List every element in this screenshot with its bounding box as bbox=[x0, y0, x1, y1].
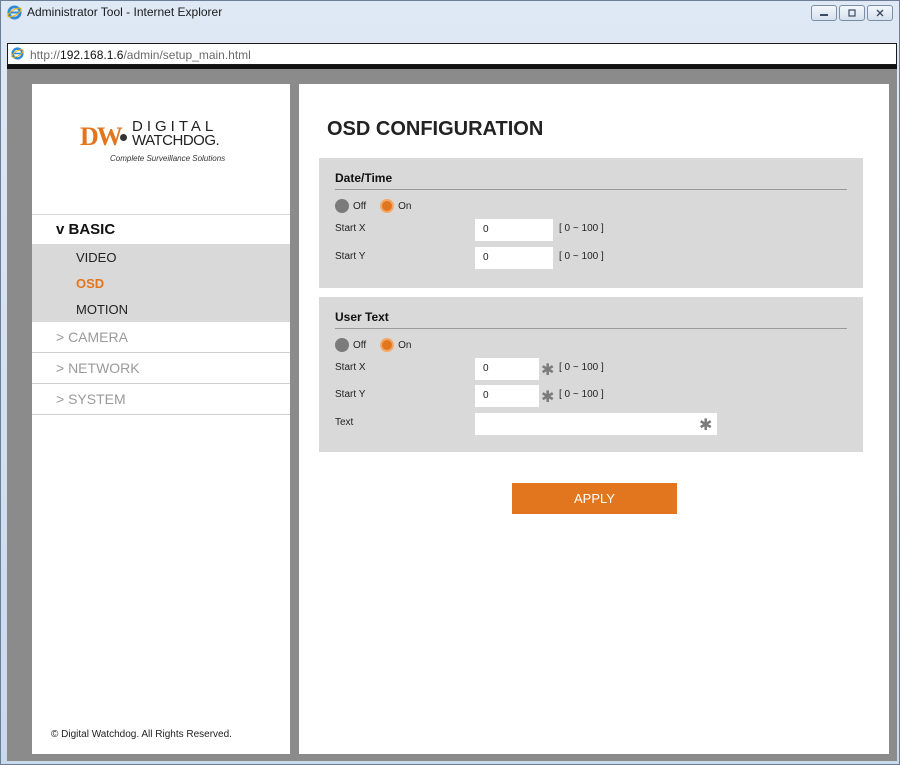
url-path: /admin/setup_main.html bbox=[123, 48, 251, 62]
usertext-divider bbox=[335, 328, 847, 329]
nav-section-network[interactable]: > NETWORK bbox=[32, 353, 290, 384]
required-asterisk-icon: ✱ bbox=[541, 389, 555, 406]
usertext-on-label: On bbox=[398, 339, 412, 351]
usertext-panel: User Text Off On Start X 0 ✱ [ 0 ~ 100 ]… bbox=[319, 297, 863, 452]
datetime-start-x-input[interactable]: 0 bbox=[475, 219, 553, 241]
usertext-start-x-row: Start X 0 ✱ [ 0 ~ 100 ] bbox=[335, 358, 855, 380]
datetime-panel: Date/Time Off On Start X 0 [ 0 ~ 100 ] S… bbox=[319, 158, 863, 288]
datetime-toggle: Off On bbox=[335, 199, 412, 213]
datetime-on-label: On bbox=[398, 200, 412, 212]
usertext-start-y-range: [ 0 ~ 100 ] bbox=[559, 389, 604, 400]
logo-dot bbox=[120, 134, 127, 141]
usertext-start-x-input[interactable]: 0 bbox=[475, 358, 539, 380]
datetime-start-y-range: [ 0 ~ 100 ] bbox=[559, 251, 604, 262]
logo-line2: WATCHDOG. bbox=[132, 132, 220, 149]
nav-basic-submenu: VIDEO OSD MOTION bbox=[32, 244, 290, 322]
address-bar[interactable]: http://192.168.1.6/admin/setup_main.html bbox=[7, 43, 897, 65]
required-asterisk-icon: ✱ bbox=[699, 417, 713, 434]
sidebar-item-osd[interactable]: OSD bbox=[32, 270, 290, 296]
title-bar: Administrator Tool - Internet Explorer bbox=[1, 1, 899, 23]
nav-section-basic[interactable]: v BASIC bbox=[32, 214, 290, 244]
usertext-off-label: Off bbox=[353, 339, 367, 351]
sidebar-item-video[interactable]: VIDEO bbox=[32, 244, 290, 270]
restore-icon bbox=[848, 9, 856, 17]
usertext-title: User Text bbox=[335, 310, 389, 324]
usertext-toggle: Off On bbox=[335, 338, 412, 352]
datetime-start-x-label: Start X bbox=[335, 223, 366, 234]
url-host: 192.168.1.6 bbox=[60, 48, 124, 62]
page-icon bbox=[11, 47, 24, 60]
usertext-on-radio[interactable] bbox=[380, 338, 395, 352]
url-prefix: http:// bbox=[30, 48, 61, 62]
usertext-text-row: Text ✱ bbox=[335, 413, 855, 435]
usertext-start-x-label: Start X bbox=[335, 362, 366, 373]
page-canvas: DW DIGITAL WATCHDOG. Complete Surveillan… bbox=[7, 69, 897, 761]
logo-tagline: Complete Surveillance Solutions bbox=[110, 154, 226, 163]
sidebar-nav: v BASIC VIDEO OSD MOTION > CAMERA > NETW… bbox=[32, 214, 290, 415]
usertext-start-y-input[interactable]: 0 bbox=[475, 385, 539, 407]
datetime-on-radio[interactable] bbox=[380, 199, 395, 213]
minimize-icon bbox=[820, 14, 828, 16]
usertext-start-y-row: Start Y 0 ✱ [ 0 ~ 100 ] bbox=[335, 385, 855, 407]
browser-window: Administrator Tool - Internet Explorer h… bbox=[0, 0, 900, 765]
sidebar: DW DIGITAL WATCHDOG. Complete Surveillan… bbox=[32, 84, 290, 754]
required-asterisk-icon: ✱ bbox=[541, 362, 555, 379]
datetime-start-y-row: Start Y 0 [ 0 ~ 100 ] bbox=[335, 247, 855, 269]
usertext-off-radio[interactable] bbox=[335, 338, 349, 352]
datetime-start-y-label: Start Y bbox=[335, 251, 366, 262]
copyright-text: © Digital Watchdog. All Rights Reserved. bbox=[51, 729, 232, 740]
close-button[interactable] bbox=[867, 5, 893, 21]
datetime-title: Date/Time bbox=[335, 171, 393, 185]
url-text: http://192.168.1.6/admin/setup_main.html bbox=[30, 48, 251, 62]
datetime-start-y-input[interactable]: 0 bbox=[475, 247, 553, 269]
sidebar-item-motion[interactable]: MOTION bbox=[32, 296, 290, 322]
main-content: OSD CONFIGURATION Date/Time Off On Start… bbox=[299, 84, 889, 754]
datetime-start-x-range: [ 0 ~ 100 ] bbox=[559, 223, 604, 234]
internet-explorer-icon bbox=[7, 5, 22, 20]
datetime-off-radio[interactable] bbox=[335, 199, 349, 213]
logo-mark: DW bbox=[80, 122, 123, 151]
page-title: OSD CONFIGURATION bbox=[327, 118, 544, 140]
window-title: Administrator Tool - Internet Explorer bbox=[27, 5, 223, 19]
datetime-off-label: Off bbox=[353, 200, 367, 212]
usertext-start-y-label: Start Y bbox=[335, 389, 366, 400]
digital-watchdog-logo: DW DIGITAL WATCHDOG. Complete Surveillan… bbox=[80, 114, 250, 174]
nav-section-camera[interactable]: > CAMERA bbox=[32, 322, 290, 353]
minimize-button[interactable] bbox=[811, 5, 837, 21]
restore-button[interactable] bbox=[839, 5, 865, 21]
usertext-start-x-range: [ 0 ~ 100 ] bbox=[559, 362, 604, 373]
datetime-start-x-row: Start X 0 [ 0 ~ 100 ] bbox=[335, 219, 855, 241]
nav-section-system[interactable]: > SYSTEM bbox=[32, 384, 290, 415]
apply-button[interactable]: APPLY bbox=[512, 483, 677, 514]
window-controls bbox=[811, 5, 893, 21]
usertext-text-label: Text bbox=[335, 417, 354, 428]
close-icon bbox=[876, 9, 884, 17]
datetime-divider bbox=[335, 189, 847, 190]
usertext-text-input[interactable] bbox=[475, 413, 717, 435]
